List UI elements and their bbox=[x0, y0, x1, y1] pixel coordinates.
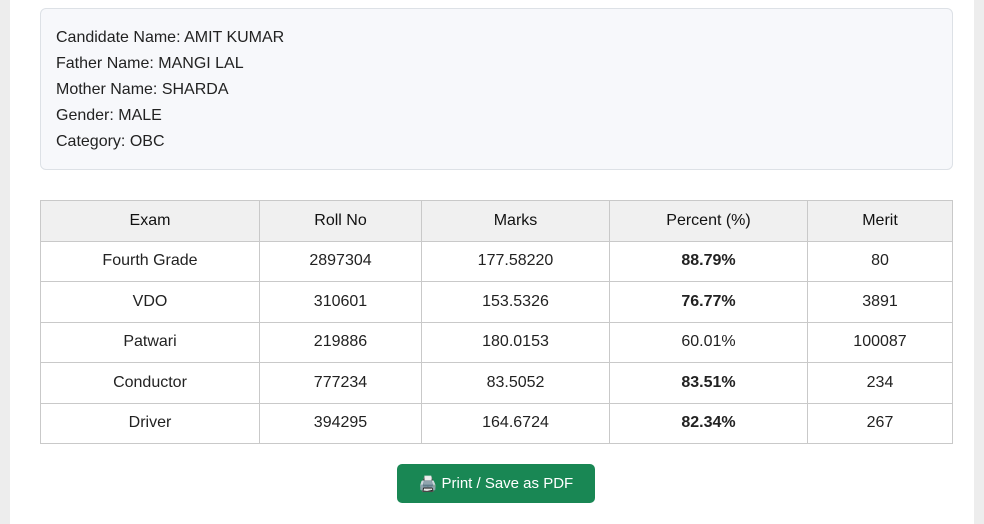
merit-cell: 80 bbox=[807, 240, 953, 282]
father-name-value: MANGI LAL bbox=[158, 55, 244, 72]
gender-label: Gender: bbox=[56, 107, 114, 124]
merit-cell: 3891 bbox=[807, 281, 953, 323]
mother-name-label: Mother Name: bbox=[56, 81, 158, 98]
exam-cell: Conductor bbox=[40, 362, 260, 404]
merit-cell: 267 bbox=[807, 402, 953, 444]
table-row: VDO 310601 153.5326 76.77% 3891 bbox=[40, 281, 953, 323]
percent-cell: 60.01% bbox=[609, 321, 808, 363]
header-merit: Merit bbox=[807, 200, 953, 242]
table-header-row: Exam Roll No Marks Percent (%) Merit bbox=[40, 200, 953, 242]
candidate-info-card: Candidate Name: AMIT KUMAR Father Name: … bbox=[40, 8, 953, 170]
print-button-label: Print / Save as PDF bbox=[441, 475, 574, 492]
candidate-name-line: Candidate Name: AMIT KUMAR bbox=[56, 25, 937, 51]
gender-line: Gender: MALE bbox=[56, 103, 937, 129]
merit-cell: 100087 bbox=[807, 321, 953, 363]
marks-cell: 83.5052 bbox=[421, 362, 610, 404]
percent-cell: 83.51% bbox=[609, 362, 808, 404]
table-row: Patwari 219886 180.0153 60.01% 100087 bbox=[40, 321, 953, 363]
candidate-name-value: AMIT KUMAR bbox=[184, 29, 285, 46]
category-value: OBC bbox=[129, 133, 165, 150]
father-name-label: Father Name: bbox=[56, 55, 154, 72]
exam-cell: Patwari bbox=[40, 321, 260, 363]
roll-cell: 777234 bbox=[259, 362, 422, 404]
mother-name-value: SHARDA bbox=[161, 81, 229, 98]
print-save-pdf-button[interactable]: 🖨️ Print / Save as PDF bbox=[397, 464, 595, 503]
category-line: Category: OBC bbox=[56, 129, 937, 155]
mother-name-line: Mother Name: SHARDA bbox=[56, 77, 937, 103]
exam-cell: Fourth Grade bbox=[40, 240, 260, 282]
marks-cell: 177.58220 bbox=[421, 240, 610, 282]
gender-value: MALE bbox=[118, 107, 162, 124]
marks-cell: 180.0153 bbox=[421, 321, 610, 363]
candidate-name-label: Candidate Name: bbox=[56, 29, 181, 46]
results-table: Exam Roll No Marks Percent (%) Merit Fou… bbox=[40, 200, 953, 444]
father-name-line: Father Name: MANGI LAL bbox=[56, 51, 937, 77]
exam-cell: Driver bbox=[40, 402, 260, 444]
roll-cell: 219886 bbox=[259, 321, 422, 363]
roll-cell: 310601 bbox=[259, 281, 422, 323]
merit-cell: 234 bbox=[807, 362, 953, 404]
header-exam: Exam bbox=[40, 200, 260, 242]
marks-cell: 153.5326 bbox=[421, 281, 610, 323]
percent-cell: 88.79% bbox=[609, 240, 808, 282]
roll-cell: 2897304 bbox=[259, 240, 422, 282]
table-row: Conductor 777234 83.5052 83.51% 234 bbox=[40, 362, 953, 404]
exam-cell: VDO bbox=[40, 281, 260, 323]
result-page: Candidate Name: AMIT KUMAR Father Name: … bbox=[10, 0, 974, 524]
category-label: Category: bbox=[56, 133, 126, 150]
header-percent: Percent (%) bbox=[609, 200, 808, 242]
table-row: Driver 394295 164.6724 82.34% 267 bbox=[40, 402, 953, 444]
printer-icon: 🖨️ bbox=[418, 475, 438, 493]
percent-cell: 76.77% bbox=[609, 281, 808, 323]
header-marks: Marks bbox=[421, 200, 610, 242]
header-roll-no: Roll No bbox=[259, 200, 422, 242]
percent-cell: 82.34% bbox=[609, 402, 808, 444]
roll-cell: 394295 bbox=[259, 402, 422, 444]
table-row: Fourth Grade 2897304 177.58220 88.79% 80 bbox=[40, 240, 953, 282]
marks-cell: 164.6724 bbox=[421, 402, 610, 444]
